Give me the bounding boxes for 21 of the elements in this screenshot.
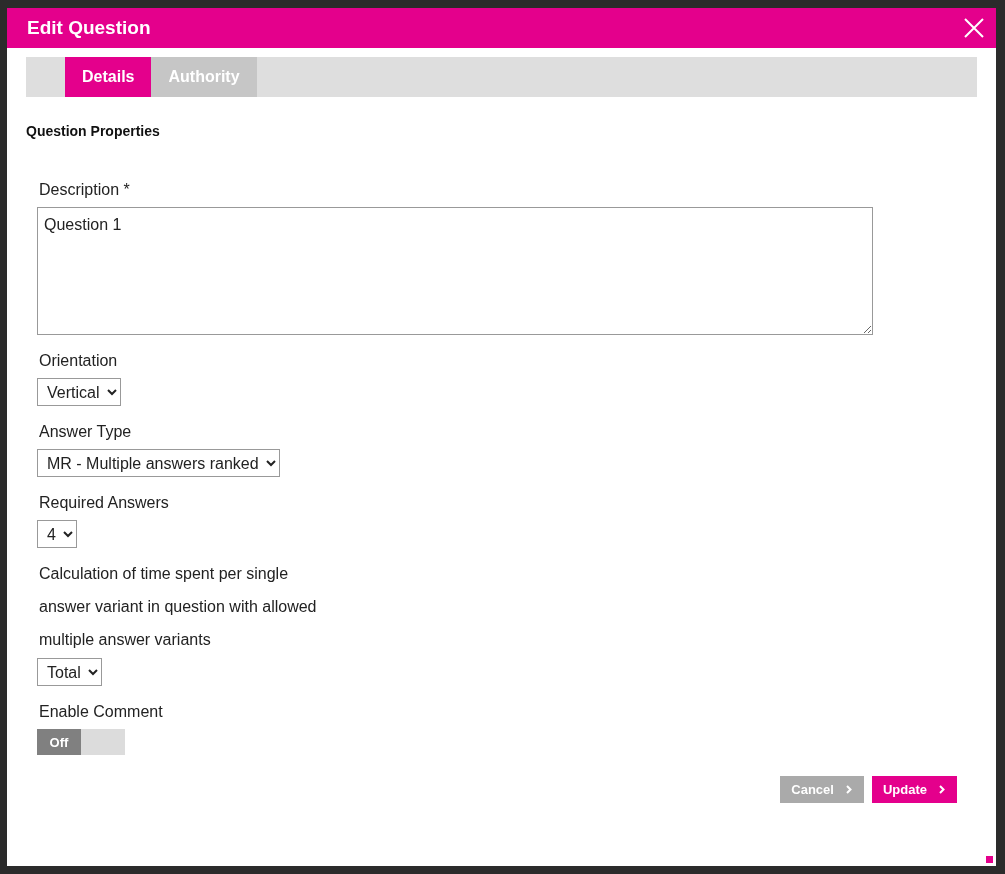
dropdown[interactable]: Vertical xyxy=(37,378,121,406)
field-label: Calculation of time spent per single answer variant in question with allowed multiple answer variants xyxy=(39,564,318,650)
dropdown[interactable]: 4 xyxy=(37,520,77,548)
section-title: Question Properties xyxy=(26,123,161,139)
field-label: Answer Type xyxy=(39,423,133,441)
dropdown[interactable]: Total xyxy=(37,658,102,686)
toggle-switch[interactable]: Off xyxy=(37,729,125,755)
field-label: Description * xyxy=(39,181,131,199)
resize-handle[interactable] xyxy=(986,856,993,863)
dialog-title: Edit Question xyxy=(27,17,151,39)
description-field[interactable]: Question 1 xyxy=(37,207,873,335)
chevron-right-icon xyxy=(845,785,852,794)
close-button[interactable] xyxy=(964,18,984,38)
update-button[interactable]: Update xyxy=(871,776,957,803)
chevron-right-icon xyxy=(939,785,945,794)
field-label: Enable Comment xyxy=(39,703,164,721)
field-label: Orientation xyxy=(39,352,119,370)
tab[interactable]: Details xyxy=(65,57,152,97)
close-icon xyxy=(964,18,984,38)
field-label: Required Answers xyxy=(39,494,170,512)
dropdown[interactable]: MR - Multiple answers ranked xyxy=(37,449,280,477)
